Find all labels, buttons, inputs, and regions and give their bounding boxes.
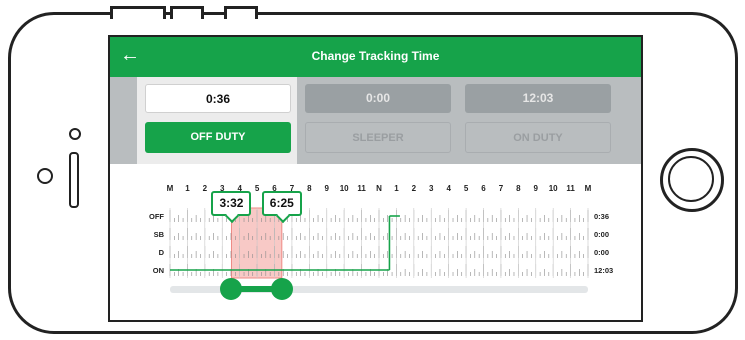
app-screen: ← Change Tracking Time 0:36 OFF DUTY 0:0… — [108, 35, 643, 322]
off-duty-button[interactable]: OFF DUTY — [145, 122, 291, 153]
front-camera-icon — [69, 128, 81, 140]
hour-label: 9 — [534, 184, 539, 193]
status-on-duty: 12:03 ON DUTY — [457, 77, 617, 164]
row-total: 12:03 — [594, 266, 613, 275]
hour-label: 11 — [357, 184, 366, 193]
phone-volume-button — [224, 6, 258, 19]
row-total: 0:00 — [594, 248, 609, 257]
hour-label: 7 — [499, 184, 504, 193]
selection-end-label: 6:25 — [261, 191, 302, 216]
hour-label: M — [167, 184, 174, 193]
hour-label: 4 — [446, 184, 451, 193]
hour-label: 9 — [325, 184, 330, 193]
row-label: ON — [153, 266, 164, 275]
app-header: ← Change Tracking Time — [110, 37, 641, 77]
hour-label: 2 — [412, 184, 417, 193]
on-duty-button[interactable]: ON DUTY — [465, 122, 611, 153]
duty-status-panel: 0:36 OFF DUTY 0:00 SLEEPER 12:03 ON DUTY — [110, 77, 641, 164]
status-sleeper: 0:00 SLEEPER — [297, 77, 457, 164]
selection-start-label: 3:32 — [211, 191, 252, 216]
log-chart-svg[interactable]: M 1 2 3 4 5 6 7 8 9 10 11 N 1 2 3 4 5 6 7 8 9 10 11 MOFF 0:36SB 0:… — [110, 164, 641, 322]
hour-label: N — [376, 184, 382, 193]
hour-label: 10 — [549, 184, 558, 193]
row-label: OFF — [149, 212, 164, 221]
hour-label: 11 — [566, 184, 575, 193]
hour-label: 8 — [516, 184, 521, 193]
sleeper-time: 0:00 — [305, 84, 451, 113]
hour-label: 8 — [307, 184, 312, 193]
on-duty-time: 12:03 — [465, 84, 611, 113]
hour-label: 2 — [203, 184, 208, 193]
hour-label: 5 — [464, 184, 469, 193]
phone-volume-button — [170, 6, 204, 19]
time-range-end-handle[interactable] — [270, 278, 293, 300]
phone-side-button — [110, 6, 166, 19]
off-duty-time: 0:36 — [145, 84, 291, 113]
hour-label: 1 — [394, 184, 399, 193]
hour-label: 1 — [185, 184, 190, 193]
home-button[interactable] — [660, 148, 724, 212]
row-total: 0:00 — [594, 230, 609, 239]
log-chart: M 1 2 3 4 5 6 7 8 9 10 11 N 1 2 3 4 5 6 7 8 9 10 11 M OFF 0:36 SB 0:… — [110, 164, 641, 322]
sleeper-button[interactable]: SLEEPER — [305, 122, 451, 153]
speaker-grille — [69, 152, 79, 208]
hour-label: 10 — [340, 184, 349, 193]
hour-label: M — [585, 184, 592, 193]
hour-label: 5 — [255, 184, 260, 193]
row-label: SB — [154, 230, 165, 239]
row-label: D — [159, 248, 165, 257]
page-title: Change Tracking Time — [311, 49, 440, 63]
row-total: 0:36 — [594, 212, 609, 221]
hour-label: 3 — [429, 184, 434, 193]
proximity-sensor — [37, 168, 53, 184]
status-off-duty: 0:36 OFF DUTY — [137, 77, 297, 164]
hour-label: 6 — [481, 184, 486, 193]
